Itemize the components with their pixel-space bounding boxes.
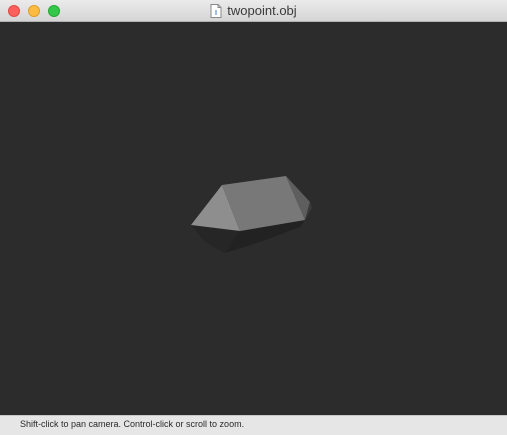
status-bar: Shift-click to pan camera. Control-click… [0,415,507,435]
mesh-render [191,176,312,253]
title-bar[interactable]: twopoint.obj [0,0,507,22]
document-icon [210,4,222,18]
3d-viewport[interactable] [0,22,507,415]
app-window: twopoint.obj Shift-click to pan camera. … [0,0,507,435]
window-title: twopoint.obj [227,3,297,18]
status-hint: Shift-click to pan camera. Control-click… [20,419,245,429]
window-title-group: twopoint.obj [0,0,507,22]
